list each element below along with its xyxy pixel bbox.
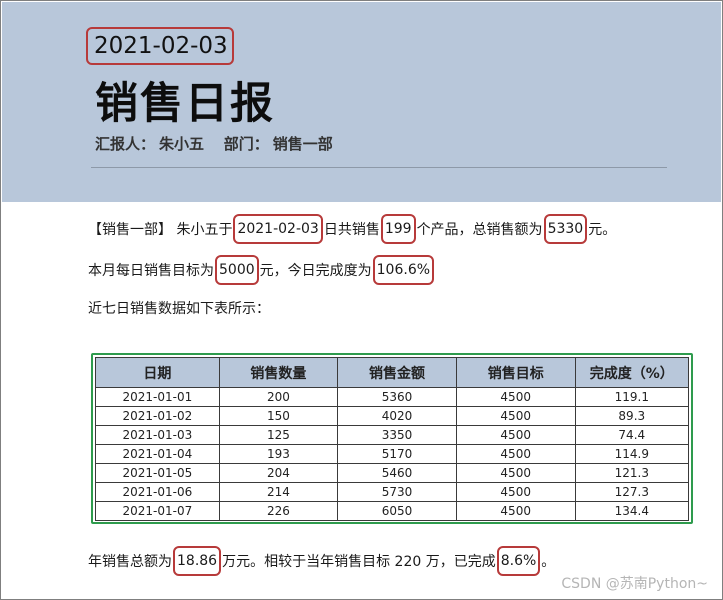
table-cell: 4500	[455, 406, 576, 426]
p3-text: 近七日销售数据如下表所示：	[88, 301, 270, 317]
table-cell: 4500	[455, 501, 576, 521]
table-cell: 4500	[455, 463, 576, 483]
table-cell: 4020	[337, 406, 457, 426]
table-cell: 2021-01-01	[95, 387, 220, 407]
dept-label: 部门：	[223, 135, 269, 153]
table-cell: 2021-01-03	[95, 425, 220, 445]
table-cell: 2021-01-02	[95, 406, 220, 426]
p2-mid: 元，今日完成度为	[259, 263, 372, 279]
sales-table-frame: 日期 销售数量 销售金额 销售目标 完成度（%） 2021-01-01 200 53…	[91, 353, 693, 524]
table-cell: 5460	[337, 463, 457, 483]
p4-total-highlight: 18.86	[173, 546, 222, 576]
summary-paragraph-3: 近七日销售数据如下表所示：	[88, 298, 270, 318]
header-completion: 完成度（%）	[574, 357, 690, 388]
dept-name: 销售一部	[272, 135, 333, 153]
table-row: 2021-01-01 200 5360 4500 119.1	[95, 387, 690, 407]
table-cell: 134.4	[574, 501, 690, 521]
table-cell: 193	[218, 444, 339, 464]
table-cell: 127.3	[574, 482, 690, 502]
table-body: 2021-01-01 200 5360 4500 119.1 2021-01-02 150 4…	[95, 387, 690, 521]
table-cell: 2021-01-07	[95, 501, 220, 521]
table-cell: 6050	[337, 501, 457, 521]
p1-count-highlight: 199	[380, 214, 416, 244]
p1-date-highlight: 2021-02-03	[233, 214, 323, 244]
header-target: 销售目标	[455, 357, 576, 388]
table-cell: 2021-01-06	[95, 482, 220, 502]
table-cell: 2021-01-04	[95, 444, 220, 464]
table-cell: 5170	[337, 444, 457, 464]
p2-rate-highlight: 106.6%	[372, 255, 435, 285]
p1-suffix: 元。	[588, 222, 617, 238]
table-cell: 214	[218, 482, 339, 502]
header-divider	[91, 167, 667, 168]
header-amount: 销售金额	[337, 357, 457, 388]
p4-prefix: 年销售总额为	[88, 554, 172, 570]
table-row: 2021-01-04 193 5170 4500 114.9	[95, 444, 690, 464]
table-row: 2021-01-06 214 5730 4500 127.3	[95, 482, 690, 502]
table-row: 2021-01-07 226 6050 4500 134.4	[95, 501, 690, 521]
table-row: 2021-01-03 125 3350 4500 74.4	[95, 425, 690, 445]
table-cell: 3350	[337, 425, 457, 445]
table-row: 2021-01-05 204 5460 4500 121.3	[95, 463, 690, 483]
report-date: 2021-02-03	[86, 27, 234, 65]
p4-suffix: 。	[541, 554, 556, 570]
p1-mid2: 个产品，总销售额为	[416, 222, 543, 238]
table-cell: 121.3	[574, 463, 690, 483]
table-cell: 89.3	[574, 406, 690, 426]
p4-mid: 万元。相较于当年销售目标 220 万，已完成	[222, 554, 496, 570]
table-cell: 200	[218, 387, 339, 407]
reporter-line: 汇报人： 朱小五 部门： 销售一部	[95, 133, 337, 154]
sales-table: 日期 销售数量 销售金额 销售目标 完成度（%） 2021-01-01 200 53…	[95, 357, 690, 521]
table-cell: 226	[218, 501, 339, 521]
table-cell: 114.9	[574, 444, 690, 464]
p1-prefix: 【销售一部】 朱小五于	[88, 222, 233, 238]
p1-mid1: 日共销售	[323, 222, 380, 238]
table-cell: 204	[218, 463, 339, 483]
reporter-label: 汇报人：	[95, 135, 156, 153]
table-cell: 4500	[455, 425, 576, 445]
summary-paragraph-2: 本月每日销售目标为 5000 元，今日完成度为 106.6%	[88, 255, 435, 285]
table-cell: 5360	[337, 387, 457, 407]
summary-paragraph-4: 年销售总额为 18.86 万元。相较于当年销售目标 220 万，已完成 8.6%…	[88, 546, 555, 576]
summary-paragraph-1: 【销售一部】 朱小五于 2021-02-03 日共销售 199 个产品，总销售额…	[88, 214, 616, 244]
table-cell: 4500	[455, 444, 576, 464]
table-cell: 4500	[455, 387, 576, 407]
header-quantity: 销售数量	[218, 357, 339, 388]
page-title: 销售日报	[95, 79, 275, 129]
table-cell: 5730	[337, 482, 457, 502]
table-row: 2021-01-02 150 4020 4500 89.3	[95, 406, 690, 426]
table-cell: 74.4	[574, 425, 690, 445]
header-date: 日期	[95, 357, 220, 388]
reporter-name: 朱小五	[159, 135, 205, 153]
table-cell: 125	[218, 425, 339, 445]
report-page: 2021-02-03 销售日报 汇报人： 朱小五 部门： 销售一部 【销售一部】 朱…	[0, 0, 723, 600]
table-cell: 119.1	[574, 387, 690, 407]
p2-target-highlight: 5000	[215, 255, 259, 285]
table-header-row: 日期 销售数量 销售金额 销售目标 完成度（%）	[95, 357, 690, 388]
table-cell: 150	[218, 406, 339, 426]
table-cell: 2021-01-05	[95, 463, 220, 483]
watermark: CSDN @苏南Python~	[561, 576, 708, 592]
p4-rate-highlight: 8.6%	[496, 546, 541, 576]
p1-amount-highlight: 5330	[543, 214, 588, 244]
p2-prefix: 本月每日销售目标为	[88, 263, 214, 279]
table-cell: 4500	[455, 482, 576, 502]
